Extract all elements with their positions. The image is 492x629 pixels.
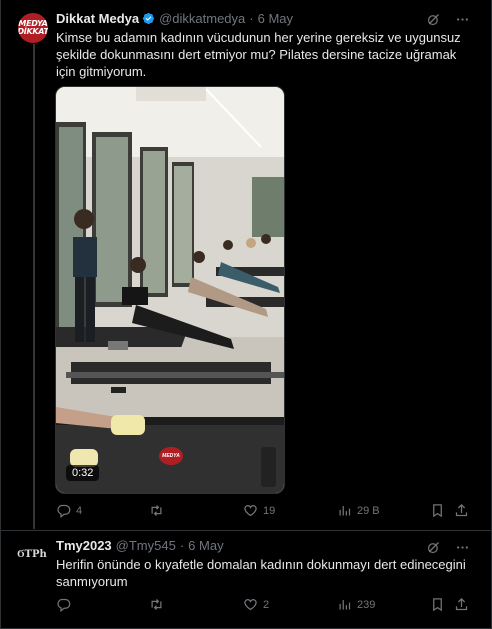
views-button[interactable]: 239: [337, 597, 375, 612]
bookmark-button[interactable]: [430, 597, 445, 612]
thread-connector-line: [33, 44, 35, 529]
separator: ·: [249, 11, 254, 26]
reply-button[interactable]: [56, 597, 76, 612]
more-icon[interactable]: [455, 12, 470, 27]
like-count: 2: [263, 598, 270, 611]
reply-icon: [57, 504, 71, 518]
retweet-icon: [151, 599, 162, 610]
verified-icon: [143, 12, 155, 25]
avatar-text: ϬΤΡh: [17, 548, 47, 560]
bookmark-icon: [433, 598, 442, 612]
bookmark-icon: [433, 504, 442, 518]
avatar[interactable]: ϬΤΡh: [17, 539, 47, 569]
retweet-icon: [151, 505, 162, 516]
grok-icon[interactable]: [426, 540, 441, 555]
retweet-button[interactable]: [149, 597, 169, 612]
like-count: 19: [263, 504, 276, 517]
tweet-header-actions: [426, 540, 470, 555]
views-icon: [339, 600, 351, 610]
tweet-header: Tmy2023 @Tmy545 · 6 May: [56, 538, 224, 553]
reply-button[interactable]: 4: [56, 503, 82, 518]
avatar-text: MEDYA DİKKAT: [18, 19, 48, 36]
share-button[interactable]: [454, 597, 469, 612]
tweet-divider: [0, 530, 492, 531]
avatar[interactable]: MEDYA DİKKAT: [18, 13, 48, 43]
like-button[interactable]: 2: [243, 597, 269, 612]
grok-icon[interactable]: [426, 12, 441, 27]
separator: ·: [179, 538, 185, 553]
tweet-action-bar: 2 239: [56, 597, 470, 615]
like-icon: [244, 599, 257, 611]
tweet-header: Dikkat Medya @dikkatmedya · 6 May: [56, 11, 293, 26]
views-button[interactable]: 29 B: [337, 503, 380, 518]
tweet-header-actions: [426, 12, 470, 27]
reply-icon: [57, 598, 71, 612]
reply-count: 4: [76, 504, 83, 517]
views-count: 29 B: [357, 504, 380, 517]
display-name[interactable]: Tmy2023: [56, 538, 112, 553]
views-icon: [339, 506, 351, 516]
share-icon: [455, 597, 468, 611]
video-duration-badge: 0:32: [66, 465, 100, 481]
video-thumbnail: [56, 87, 284, 493]
video-player[interactable]: MEDYA 0:32: [55, 86, 285, 494]
timestamp[interactable]: 6 May: [258, 11, 293, 26]
tweet-text: Kimse bu adamın kadının vücudunun her ye…: [56, 30, 461, 79]
views-count: 239: [357, 598, 376, 611]
video-watermark: MEDYA: [159, 447, 183, 465]
display-name[interactable]: Dikkat Medya: [56, 11, 139, 26]
like-button[interactable]: 19: [243, 503, 275, 518]
bookmark-button[interactable]: [430, 503, 445, 518]
share-button[interactable]: [454, 503, 469, 518]
handle[interactable]: @dikkatmedya: [159, 11, 245, 26]
handle[interactable]: @Tmy545: [116, 538, 176, 553]
tweet-text: Herifin önünde o kıyafetle domalan kadın…: [56, 557, 466, 589]
retweet-button[interactable]: [149, 503, 169, 518]
more-icon[interactable]: [455, 540, 470, 555]
share-icon: [455, 503, 468, 517]
timestamp[interactable]: 6 May: [188, 538, 223, 553]
like-icon: [244, 505, 257, 517]
tweet-action-bar: 4 19 29 B: [56, 503, 470, 521]
